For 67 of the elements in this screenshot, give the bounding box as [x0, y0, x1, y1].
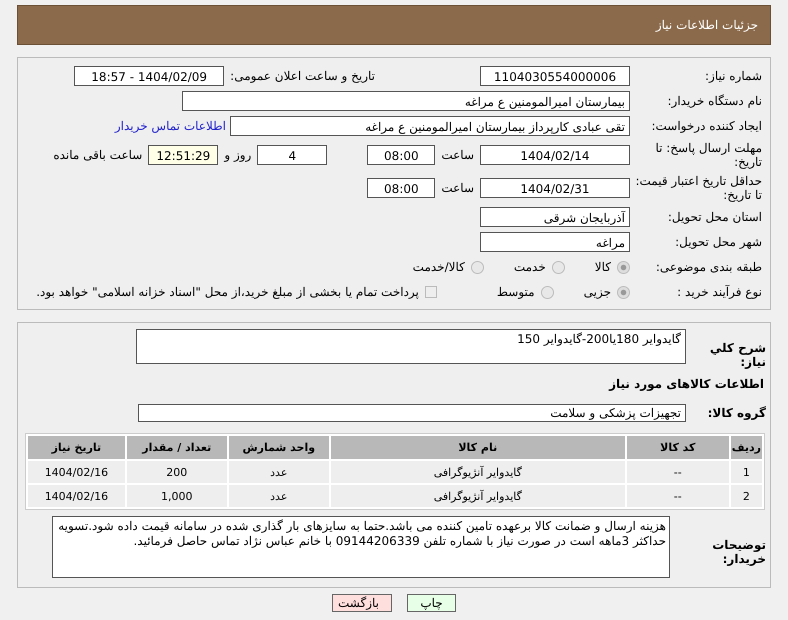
text-field[interactable]: گایدوایر 180یا200-گایدوایر 150 — [136, 329, 686, 364]
field-label: روز و — [224, 148, 252, 162]
field-label: کالا/خدمت — [412, 260, 465, 274]
table-cell: 1,000 — [126, 485, 227, 507]
text-field[interactable]: 1404/02/31 — [480, 178, 630, 198]
field-label: طبقه بندی موضوعی: — [654, 260, 763, 274]
field-label: ایجاد کننده درخواست: — [650, 119, 763, 133]
radio-button[interactable] — [552, 260, 565, 274]
table-cell: -- — [626, 461, 729, 483]
table-cell: 1 — [730, 461, 762, 483]
table-cell: 200 — [126, 461, 227, 483]
text-field[interactable]: 1104030554000006 — [480, 66, 630, 86]
section-heading: اطلاعات کالاهای مورد نیاز — [608, 377, 764, 391]
text-field[interactable]: هزینه ارسال و ضمانت کالا برعهده تامین کننده می باشد.حتما به سایزهای بار گذاری شده در سامانه قیمت داده شود.تسویه حداکثر 3ماهه است در صورت نیاز با شماره تلفن 09144206339 با خانم عباس نژاد تماس حاصل فرمائید. — [52, 516, 670, 578]
text-field[interactable]: 1404/02/09 - 18:57 — [74, 66, 224, 86]
text-field[interactable]: 08:00 — [367, 145, 436, 165]
field-label: خدمت — [514, 260, 546, 274]
back-button[interactable]: بازگشت — [332, 594, 392, 612]
table-cell: عدد — [228, 461, 329, 483]
text-field[interactable]: 1404/02/14 — [480, 145, 630, 165]
column-header: تعداد / مقدار — [126, 436, 227, 459]
column-header: ردیف — [730, 436, 762, 459]
field-label: پرداخت تمام یا بخشی از مبلغ خرید،از محل "اسناد خزانه اسلامی" خواهد بود. — [36, 285, 419, 299]
table-cell: 1404/02/16 — [28, 485, 125, 507]
print-button[interactable]: چاپ — [407, 594, 456, 612]
table-cell: گایدوایر آنژیوگرافی — [330, 461, 625, 483]
field-label: متوسط — [496, 285, 535, 299]
table-cell: گایدوایر آنژیوگرافی — [330, 485, 625, 507]
field-label: تاریخ و ساعت اعلان عمومی: — [230, 69, 376, 83]
column-header: تاریخ نیاز — [28, 436, 125, 459]
table-cell: 1404/02/16 — [28, 461, 125, 483]
column-header: کد کالا — [626, 436, 729, 459]
text-field[interactable]: تقی عبادی کارپرداز بیمارستان امیرالمومنین ع مراغه — [230, 116, 630, 136]
radio-button[interactable] — [470, 260, 484, 274]
text-field[interactable]: تجهیزات پزشکی و سلامت — [138, 404, 686, 422]
column-header: واحد شمارش — [228, 436, 329, 459]
field-label: استان محل تحویل: — [666, 210, 763, 224]
field-label: گروه کالا: — [706, 406, 767, 420]
text-field[interactable]: 12:51:29 — [148, 145, 218, 165]
field-label: ساعت باقی مانده — [53, 148, 142, 162]
radio-button[interactable] — [617, 286, 630, 298]
table-cell: 2 — [730, 485, 762, 507]
page-title: جزئیات اطلاعات نیاز — [656, 18, 758, 32]
field-label: شماره نیاز: — [704, 69, 763, 83]
table-cell: عدد — [228, 485, 329, 507]
field-label: جزیی — [584, 285, 611, 299]
field-label: شرح کلي نیاز: — [708, 340, 767, 369]
field-label: ساعت — [441, 148, 474, 162]
radio-button[interactable] — [617, 260, 630, 274]
checkbox[interactable] — [424, 286, 437, 298]
radio-button[interactable] — [540, 286, 554, 298]
field-label: نوع فرآیند خرید : — [676, 285, 763, 299]
contact-link[interactable]: اطلاعات تماس خریدار — [114, 119, 226, 133]
field-label: توضیحات خریدار: — [711, 537, 767, 566]
column-header: نام کالا — [330, 436, 625, 459]
field-label: شهر محل تحویل: — [674, 235, 763, 249]
field-label: حداقل تاریخ اعتبار قیمت: تا تاریخ: — [634, 174, 763, 202]
field-label: نام دستگاه خریدار: — [666, 94, 763, 108]
field-label: کالا — [594, 260, 611, 274]
table-cell: -- — [626, 485, 729, 507]
text-field[interactable]: 4 — [257, 145, 328, 165]
field-label: مهلت ارسال پاسخ: تا تاریخ: — [654, 141, 763, 169]
text-field[interactable]: بیمارستان امیرالمومنین ع مراغه — [182, 91, 630, 111]
field-label: ساعت — [441, 181, 474, 195]
text-field[interactable]: مراغه — [480, 232, 630, 252]
text-field[interactable]: 08:00 — [367, 178, 436, 198]
text-field[interactable]: آذربایجان شرقی — [480, 207, 630, 227]
